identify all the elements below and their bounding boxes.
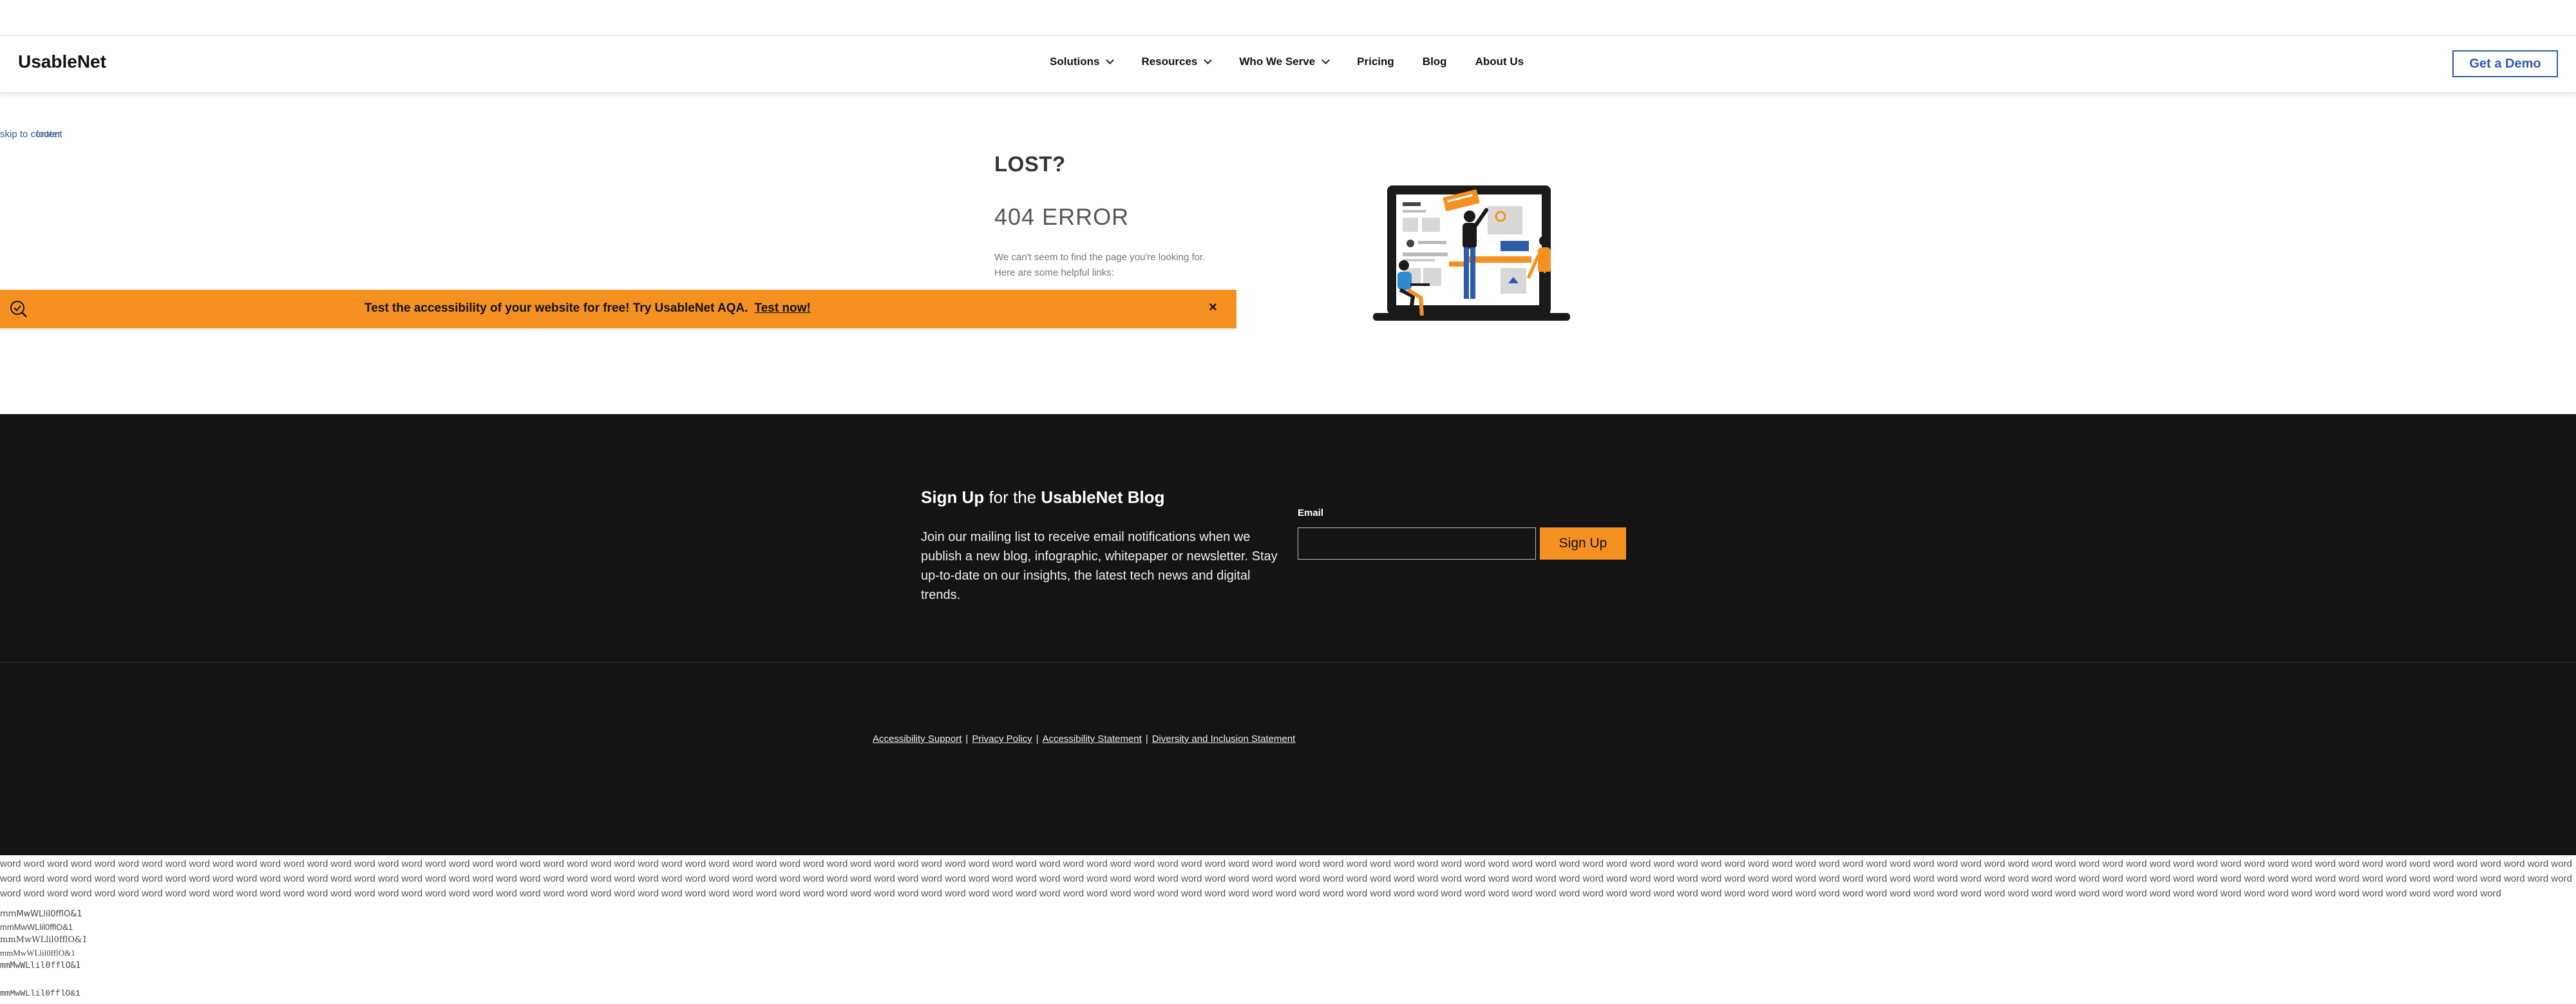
diversity-inclusion-link[interactable]: Diversity and Inclusion Statement bbox=[1152, 734, 1296, 744]
font-sample: mmMwWLlil0fflO&1 bbox=[0, 948, 75, 958]
email-label: Email bbox=[1298, 507, 1324, 518]
font-samples: mmMwWLlil0fflO&1 mmMwWLlil0fflO&1 mmMwWL… bbox=[0, 908, 88, 972]
error-message-line: Here are some helpful links: bbox=[994, 267, 1114, 278]
chevron-down-icon bbox=[1106, 56, 1115, 64]
font-sample: mmMwWLlil0fflO&1 bbox=[0, 989, 80, 998]
link-separator: | bbox=[965, 734, 969, 744]
signup-description: Join our mailing list to receive email n… bbox=[921, 530, 1278, 602]
filler-text: word word word word word word word word … bbox=[0, 858, 2572, 899]
skip-to-footer-link[interactable]: footer bbox=[36, 129, 61, 140]
close-icon[interactable]: × bbox=[1209, 299, 1217, 316]
sign-up-button[interactable]: Sign Up bbox=[1540, 527, 1626, 560]
font-sample: mmMwWLlil0fflO&1 bbox=[0, 961, 81, 971]
chevron-down-icon bbox=[1321, 56, 1331, 64]
top-strip bbox=[0, 0, 2576, 36]
signup-heading-bold: Sign Up bbox=[921, 488, 985, 507]
nav-item-solutions[interactable]: Solutions bbox=[1050, 55, 1115, 68]
footer-links: Accessibility Support | Privacy Policy | Acc… bbox=[873, 734, 1295, 744]
nav-item-label: Pricing bbox=[1357, 55, 1394, 68]
nav-item-label: Solutions bbox=[1050, 55, 1100, 68]
error-code: 404 ERROR bbox=[994, 204, 1130, 230]
link-separator: | bbox=[1036, 734, 1039, 744]
nav-item-blog[interactable]: Blog bbox=[1423, 55, 1447, 68]
email-field[interactable] bbox=[1298, 527, 1536, 560]
main-nav: Solutions Resources Who We Serve Pricing… bbox=[1050, 55, 1552, 68]
site-footer: Sign Up for the UsableNet Blog Join our … bbox=[0, 414, 2576, 855]
banner-message: Test the accessibility of your website f… bbox=[365, 301, 748, 315]
promo-banner: Test the accessibility of your website f… bbox=[0, 290, 1236, 328]
test-now-link[interactable]: Test now! bbox=[755, 301, 811, 315]
accessibility-support-link[interactable]: Accessibility Support bbox=[873, 734, 961, 744]
search-check-icon bbox=[10, 301, 27, 317]
font-sample: mmMwWLlil0fflO&1 bbox=[0, 935, 88, 945]
accessibility-statement-link[interactable]: Accessibility Statement bbox=[1043, 734, 1142, 744]
lost-illustration bbox=[1373, 185, 1570, 321]
signup-heading: Sign Up for the UsableNet Blog bbox=[921, 488, 1165, 507]
page-title: LOST? bbox=[994, 152, 1066, 176]
site-header: UsableNet Solutions Resources Who We Ser… bbox=[0, 36, 2576, 94]
font-sample: mmMwWLlil0fflO&1 bbox=[0, 909, 82, 919]
nav-item-label: Resources bbox=[1141, 55, 1198, 68]
chevron-down-icon bbox=[1204, 56, 1213, 64]
signup-heading-blog: UsableNet Blog bbox=[1041, 488, 1165, 507]
error-message-line: We can't seem to find the page you're lo… bbox=[994, 252, 1206, 263]
footer-divider bbox=[0, 662, 2576, 663]
banner-text: Test the accessibility of your website f… bbox=[365, 301, 811, 316]
nav-item-label: About Us bbox=[1475, 55, 1524, 68]
nav-item-label: Blog bbox=[1422, 55, 1447, 68]
logo[interactable]: UsableNet bbox=[18, 52, 106, 72]
error-message: We can't seem to find the page you're lo… bbox=[994, 250, 1271, 281]
get-demo-button[interactable]: Get a Demo bbox=[2452, 50, 2558, 77]
nav-item-about-us[interactable]: About Us bbox=[1475, 55, 1524, 68]
font-sample: mmMwWLlil0fflO&1 bbox=[0, 922, 73, 932]
nav-item-label: Who We Serve bbox=[1239, 55, 1316, 68]
nav-item-pricing[interactable]: Pricing bbox=[1357, 55, 1394, 68]
privacy-policy-link[interactable]: Privacy Policy bbox=[972, 734, 1032, 744]
signup-heading-mid: for the bbox=[984, 488, 1041, 507]
link-separator: | bbox=[1145, 734, 1148, 744]
nav-item-resources[interactable]: Resources bbox=[1141, 55, 1213, 68]
nav-item-who-we-serve[interactable]: Who We Serve bbox=[1239, 55, 1331, 68]
